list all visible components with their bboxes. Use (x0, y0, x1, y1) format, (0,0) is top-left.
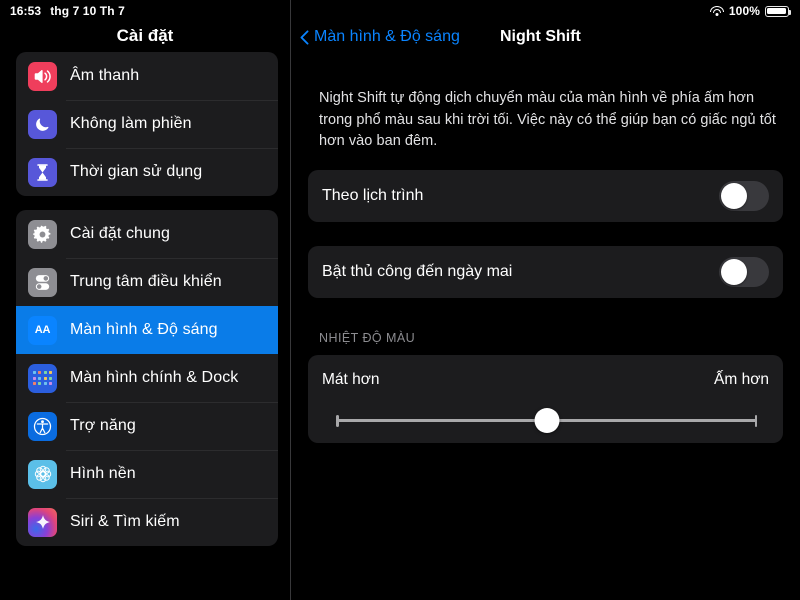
gear-icon (28, 219, 57, 249)
sidebar-item-label: Không làm phiền (70, 115, 192, 132)
flower-icon (28, 459, 57, 489)
temperature-endpoint-labels: Mát hơn Ấm hơn (322, 371, 769, 389)
aa-text-icon: AA (28, 315, 57, 345)
warmer-label: Ấm hơn (714, 371, 769, 388)
sidebar-group-2: Cài đặt chung Trung tâm điều khiển AA Mà… (16, 210, 278, 546)
app-grid-icon (28, 363, 57, 393)
hourglass-icon (28, 157, 57, 187)
speaker-icon (28, 61, 57, 91)
sidebar-item-general[interactable]: Cài đặt chung (16, 210, 278, 258)
sidebar-title: Cài đặt (116, 26, 174, 45)
color-temperature-section-label: NHIỆT ĐỘ MÀU (319, 331, 416, 345)
ipad-settings-screen: 16:53 thg 7 10 Th 7 100% Cài đặt Âm than… (0, 0, 800, 600)
cooler-label: Mát hơn (322, 371, 380, 388)
back-button[interactable]: Màn hình & Độ sáng (300, 28, 460, 46)
sidebar-item-accessibility[interactable]: Trợ năng (16, 402, 278, 450)
sidebar-group-1: Âm thanh Không làm phiền Thời gian sử dụ… (16, 52, 278, 196)
sidebar-item-label: Cài đặt chung (70, 225, 171, 242)
slider-cap-left (336, 414, 339, 427)
color-temperature-slider[interactable] (336, 407, 757, 433)
night-shift-detail-pane: Màn hình & Độ sáng Night Shift Night Shi… (291, 0, 800, 600)
status-date: thg 7 10 Th 7 (50, 4, 125, 18)
toggles-icon (28, 267, 57, 297)
manual-until-tomorrow-toggle[interactable] (719, 257, 769, 287)
moon-icon (28, 109, 57, 139)
battery-full-icon (765, 5, 792, 17)
sidebar-item-do-not-disturb[interactable]: Không làm phiền (16, 100, 278, 148)
scheduled-row[interactable]: Theo lịch trình (308, 170, 783, 222)
back-button-label: Màn hình & Độ sáng (314, 28, 460, 45)
manual-until-tomorrow-card: Bật thủ công đến ngày mai (308, 246, 783, 298)
sidebar-item-label: Màn hình & Độ sáng (70, 321, 218, 338)
sidebar-item-sound[interactable]: Âm thanh (16, 52, 278, 100)
sidebar-item-label: Âm thanh (70, 67, 140, 84)
night-shift-description: Night Shift tự động dịch chuyển màu của … (319, 90, 776, 149)
chevron-left-icon (300, 29, 309, 45)
sidebar-item-label: Trợ năng (70, 417, 136, 434)
status-time: 16:53 (10, 4, 42, 18)
color-temperature-card: Mát hơn Ấm hơn (308, 355, 783, 443)
status-bar: 16:53 thg 7 10 Th 7 100% (0, 0, 800, 22)
slider-knob[interactable] (534, 407, 559, 433)
sidebar-scroll-area[interactable]: Âm thanh Không làm phiền Thời gian sử dụ… (0, 52, 290, 600)
detail-navigation-bar: Màn hình & Độ sáng Night Shift (291, 22, 800, 52)
sidebar-item-screen-time[interactable]: Thời gian sử dụng (16, 148, 278, 196)
battery-percent-label: 100% (728, 4, 760, 18)
manual-until-tomorrow-label: Bật thủ công đến ngày mai (322, 263, 513, 280)
wifi-icon (709, 5, 724, 17)
status-bar-right: 100% (709, 4, 800, 18)
slider-cap-right (754, 414, 757, 427)
sidebar-item-display-brightness[interactable]: AA Màn hình & Độ sáng (16, 306, 278, 354)
accessibility-icon (28, 411, 57, 441)
page-title: Night Shift (500, 28, 581, 45)
sidebar-item-label: Màn hình chính & Dock (70, 369, 239, 386)
sidebar-item-home-screen-dock[interactable]: Màn hình chính & Dock (16, 354, 278, 402)
sidebar-divider (290, 0, 291, 600)
scheduled-card: Theo lịch trình (308, 170, 783, 222)
sidebar-item-label: Hình nền (70, 465, 136, 482)
sidebar-item-label: Siri & Tìm kiếm (70, 513, 180, 530)
sidebar-item-wallpaper[interactable]: Hình nền (16, 450, 278, 498)
status-bar-left: 16:53 thg 7 10 Th 7 (0, 4, 125, 18)
sidebar-item-siri-search[interactable]: Siri & Tìm kiếm (16, 498, 278, 546)
settings-sidebar: Cài đặt Âm thanh Không làm phiền Thời gi… (0, 0, 290, 600)
scheduled-label: Theo lịch trình (322, 187, 424, 204)
sidebar-item-label: Trung tâm điều khiển (70, 273, 222, 290)
sidebar-item-label: Thời gian sử dụng (70, 163, 203, 180)
sidebar-item-control-center[interactable]: Trung tâm điều khiển (16, 258, 278, 306)
siri-icon (28, 507, 57, 537)
manual-until-tomorrow-row[interactable]: Bật thủ công đến ngày mai (308, 246, 783, 298)
scheduled-toggle[interactable] (719, 181, 769, 211)
